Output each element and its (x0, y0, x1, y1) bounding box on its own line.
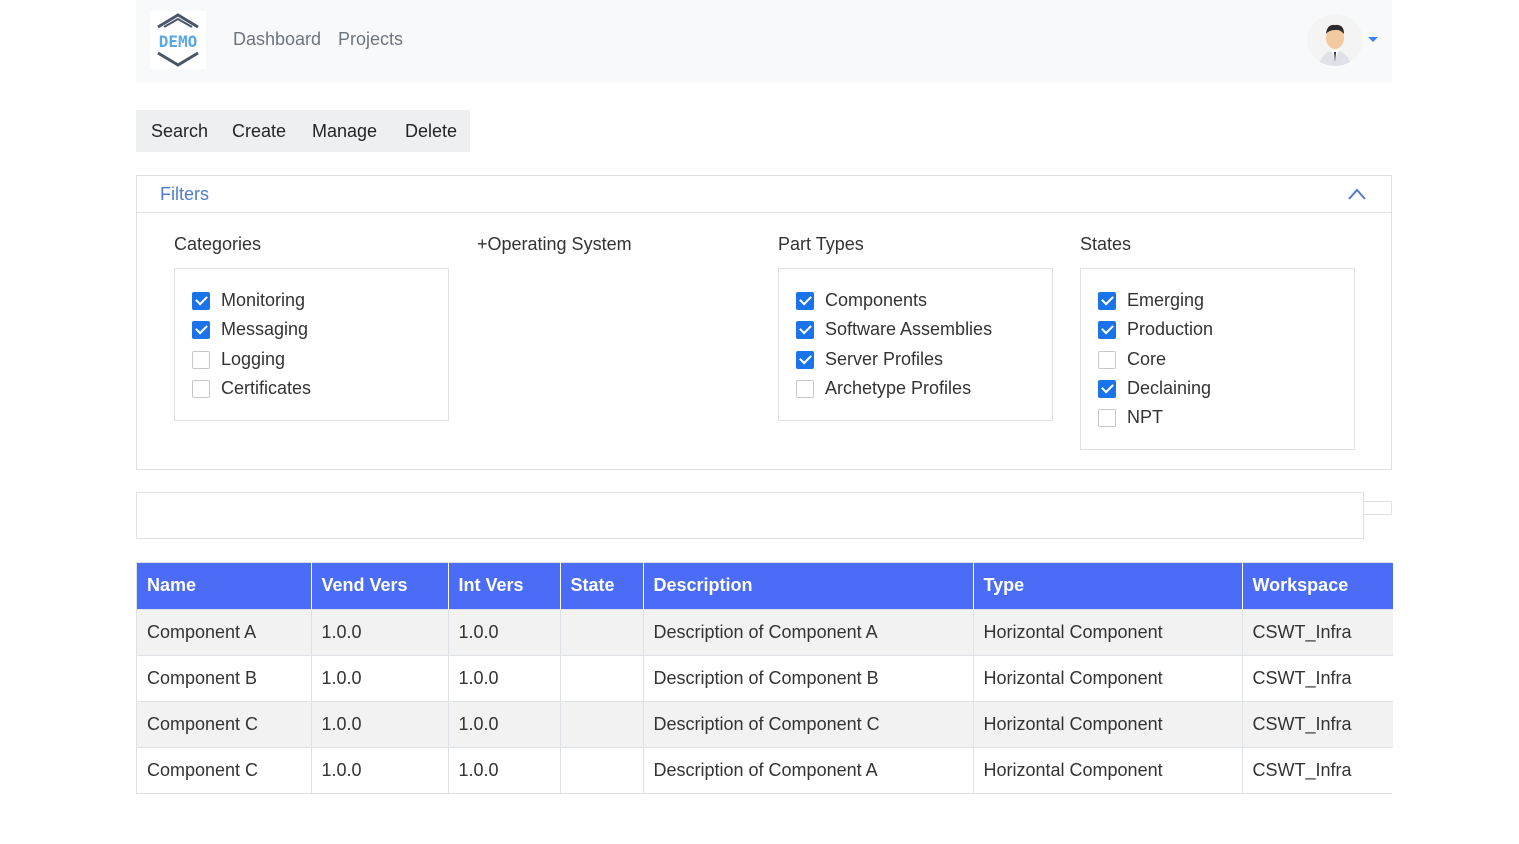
cell-description: Description of Component B (643, 654, 974, 701)
cell-vend-vers: 1.0.0 (311, 654, 449, 701)
nav-dashboard[interactable]: Dashboard (233, 29, 321, 50)
checkbox[interactable] (192, 320, 210, 339)
state-core[interactable]: Core (1098, 349, 1166, 370)
filters-header[interactable]: Filters (137, 176, 1391, 213)
action-toolbar: Search Create Manage Delete (136, 110, 470, 152)
top-navbar: DEMO Dashboard Projects (136, 0, 1392, 83)
part-type-software-assemblies[interactable]: Software Assemblies (796, 319, 992, 340)
create-action[interactable]: Create (232, 121, 286, 142)
column-header-type[interactable]: Type (973, 563, 1243, 609)
checkbox[interactable] (192, 350, 210, 369)
part-type-components[interactable]: Components (796, 290, 927, 311)
checkbox[interactable] (1098, 350, 1116, 369)
filters-title: Filters (160, 184, 209, 204)
column-header-description[interactable]: Description (643, 563, 974, 609)
cell-type: Horizontal Component (973, 700, 1243, 747)
cell-state (560, 700, 644, 747)
cell-state (560, 608, 644, 655)
cell-name: Component B (137, 654, 312, 701)
operating-system-toggle[interactable]: +Operating System (477, 234, 632, 255)
category-messaging[interactable]: Messaging (192, 319, 308, 340)
part-type-archetype-profiles[interactable]: Archetype Profiles (796, 378, 971, 399)
checkbox[interactable] (1098, 379, 1116, 398)
table-header-row: Name Vend Vers Int Vers State Descriptio… (137, 563, 1393, 609)
states-label: States (1080, 234, 1132, 254)
cell-name: Component A (137, 608, 312, 655)
checkbox[interactable] (1098, 408, 1116, 427)
part-type-server-profiles[interactable]: Server Profiles (796, 349, 943, 370)
categories-label: Categories (174, 234, 262, 254)
category-certificates[interactable]: Certificates (192, 378, 311, 399)
column-header-state[interactable]: State (560, 563, 644, 609)
cell-description: Description of Component A (643, 608, 974, 655)
part-types-label: Part Types (778, 234, 864, 254)
state-declaining[interactable]: Declaining (1098, 378, 1211, 399)
category-logging[interactable]: Logging (192, 349, 285, 370)
checkbox[interactable] (796, 379, 814, 398)
cell-state (560, 746, 644, 793)
cell-vend-vers: 1.0.0 (311, 608, 449, 655)
manage-action[interactable]: Manage (312, 121, 377, 142)
categories-box: Monitoring Messaging Logging Certificate… (174, 268, 449, 421)
states-box: Emerging Production Core Declaining NPT (1080, 268, 1355, 450)
table-row[interactable]: Component A 1.0.0 1.0.0 Description of C… (137, 608, 1393, 655)
cell-description: Description of Component A (643, 746, 974, 793)
table-row[interactable]: Component C 1.0.0 1.0.0 Description of C… (137, 746, 1393, 793)
cell-int-vers: 1.0.0 (448, 608, 561, 655)
table-row[interactable]: Component C 1.0.0 1.0.0 Description of C… (137, 700, 1393, 747)
cell-type: Horizontal Component (973, 654, 1243, 701)
filters-panel: Filters Categories Monitoring Messaging … (136, 175, 1392, 470)
cell-description: Description of Component C (643, 700, 974, 747)
cell-int-vers: 1.0.0 (448, 746, 561, 793)
state-production[interactable]: Production (1098, 319, 1213, 340)
column-header-workspace[interactable]: Workspace (1242, 563, 1393, 609)
checkbox[interactable] (1098, 320, 1116, 339)
cell-workspace: CSWT_Infra (1242, 654, 1393, 701)
column-header-name[interactable]: Name (137, 563, 312, 609)
cell-vend-vers: 1.0.0 (311, 700, 449, 747)
search-input-addon[interactable] (1363, 501, 1392, 515)
column-header-int-vers[interactable]: Int Vers (448, 563, 561, 609)
cell-name: Component C (137, 700, 312, 747)
checkbox[interactable] (796, 350, 814, 369)
cell-workspace: CSWT_Infra (1242, 608, 1393, 655)
table-row[interactable]: Component B 1.0.0 1.0.0 Description of C… (137, 654, 1393, 701)
state-npt[interactable]: NPT (1098, 407, 1163, 428)
cell-workspace: CSWT_Infra (1242, 746, 1393, 793)
column-header-vend-vers[interactable]: Vend Vers (311, 563, 449, 609)
chevron-up-icon[interactable] (1347, 187, 1367, 201)
checkbox[interactable] (796, 291, 814, 310)
part-types-box: Components Software Assemblies Server Pr… (778, 268, 1053, 421)
checkbox[interactable] (1098, 291, 1116, 310)
logo-text: DEMO (159, 32, 198, 51)
cell-state (560, 654, 644, 701)
nav-projects[interactable]: Projects (338, 29, 403, 50)
search-input[interactable] (136, 492, 1364, 539)
user-avatar-icon (1307, 14, 1363, 66)
checkbox[interactable] (192, 291, 210, 310)
demo-logo[interactable]: DEMO (150, 11, 206, 69)
cell-type: Horizontal Component (973, 608, 1243, 655)
category-monitoring[interactable]: Monitoring (192, 290, 305, 311)
cell-int-vers: 1.0.0 (448, 700, 561, 747)
state-emerging[interactable]: Emerging (1098, 290, 1204, 311)
cell-vend-vers: 1.0.0 (311, 746, 449, 793)
user-menu-caret-icon[interactable] (1368, 37, 1378, 42)
checkbox[interactable] (192, 379, 210, 398)
checkbox[interactable] (796, 320, 814, 339)
cell-name: Component C (137, 746, 312, 793)
cell-int-vers: 1.0.0 (448, 654, 561, 701)
results-table: Name Vend Vers Int Vers State Descriptio… (136, 562, 1393, 794)
user-avatar[interactable] (1307, 14, 1363, 66)
cell-workspace: CSWT_Infra (1242, 700, 1393, 747)
delete-action[interactable]: Delete (405, 121, 457, 142)
search-action[interactable]: Search (151, 121, 208, 142)
cell-type: Horizontal Component (973, 746, 1243, 793)
